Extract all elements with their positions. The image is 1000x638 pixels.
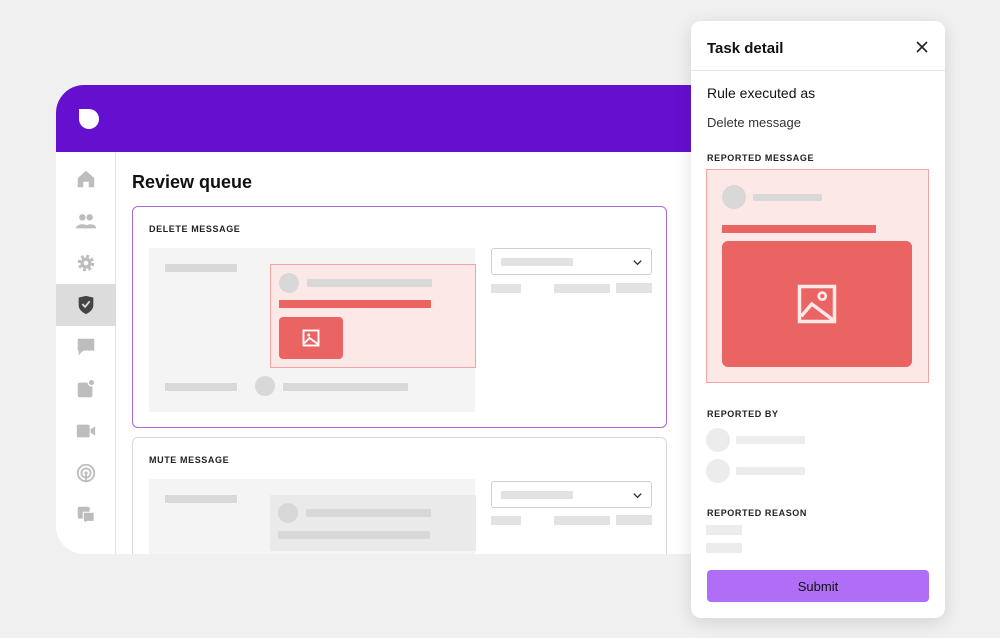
placeholder-text: [753, 194, 822, 201]
task-detail-panel: Task detail Rule executed as Delete mess…: [691, 21, 945, 618]
placeholder-text: [616, 515, 652, 525]
placeholder-text: [307, 279, 432, 287]
action-select[interactable]: [491, 248, 652, 275]
page-title: Review queue: [132, 172, 253, 192]
avatar: [278, 503, 298, 523]
review-card-mute[interactable]: MUTE MESSAGE: [132, 437, 667, 554]
placeholder-text: [278, 531, 430, 539]
reported-by-label: REPORTED BY: [707, 409, 779, 419]
chat-icon: [77, 338, 95, 356]
placeholder-text: [165, 264, 237, 272]
image-icon: [797, 284, 837, 324]
gear-icon: [77, 254, 95, 272]
shield-check-icon: [78, 295, 94, 315]
avatar: [706, 459, 730, 483]
placeholder-text: [706, 525, 742, 535]
reported-message: [706, 169, 929, 383]
review-card-delete[interactable]: DELETE MESSAGE: [132, 206, 667, 428]
card-label: DELETE MESSAGE: [149, 224, 241, 234]
avatar: [279, 273, 299, 293]
placeholder-text: [283, 383, 408, 391]
broadcast-icon: [76, 463, 96, 483]
select-value-placeholder: [501, 491, 573, 499]
placeholder-text: [616, 283, 652, 293]
main-content: Review queue DELETE MESSAGE MUTE MESSAGE: [116, 152, 696, 554]
chevron-down-icon: [633, 493, 642, 499]
app-window: Review queue DELETE MESSAGE MUTE MESSAGE: [56, 85, 696, 554]
nav-video[interactable]: [56, 410, 116, 452]
nav-settings[interactable]: [56, 242, 116, 284]
rule-value: Delete message: [707, 115, 801, 130]
image-icon: [302, 329, 320, 347]
nav-moderation[interactable]: [56, 284, 116, 326]
app-logo[interactable]: [76, 106, 102, 132]
placeholder-text: [706, 543, 742, 553]
placeholder-text: [165, 383, 237, 391]
close-icon[interactable]: [915, 40, 929, 54]
placeholder-text: [165, 495, 237, 503]
sidebar: [56, 152, 116, 554]
placeholder-text: [306, 509, 431, 517]
avatar: [255, 376, 275, 396]
users-icon: [75, 214, 97, 229]
nav-threads[interactable]: [56, 494, 116, 536]
placeholder-text: [554, 516, 610, 525]
action-select[interactable]: [491, 481, 652, 508]
message-bubble: [270, 495, 476, 551]
chevron-down-icon: [633, 260, 642, 266]
chat-bubbles-icon: [77, 506, 95, 526]
flagged-text-bar: [722, 225, 876, 233]
nav-messages[interactable]: [56, 326, 116, 368]
placeholder-text: [554, 284, 610, 293]
video-icon: [76, 424, 96, 438]
placeholder-text: [736, 467, 805, 475]
message-preview: [149, 479, 476, 554]
home-icon: [77, 170, 95, 188]
message-preview: [149, 248, 476, 412]
nav-home[interactable]: [56, 158, 116, 200]
nav-notifications[interactable]: [56, 368, 116, 410]
nav-users[interactable]: [56, 200, 116, 242]
flagged-image: [722, 241, 912, 367]
avatar: [706, 428, 730, 452]
placeholder-text: [736, 436, 805, 444]
top-bar: [56, 85, 696, 152]
panel-title: Task detail: [707, 40, 784, 57]
flagged-text-bar: [279, 300, 431, 308]
background: Review queue DELETE MESSAGE MUTE MESSAGE…: [0, 0, 1000, 638]
placeholder-text: [491, 284, 521, 293]
placeholder-text: [491, 516, 521, 525]
rule-title: Rule executed as: [707, 85, 816, 101]
card-label: MUTE MESSAGE: [149, 455, 230, 465]
flagged-image: [279, 317, 343, 359]
reported-message-label: REPORTED MESSAGE: [707, 153, 815, 163]
nav-broadcast[interactable]: [56, 452, 116, 494]
notification-icon: [77, 378, 96, 398]
submit-button[interactable]: Submit: [707, 570, 929, 602]
panel-header: Task detail: [691, 21, 945, 71]
select-value-placeholder: [501, 258, 573, 266]
avatar: [722, 185, 746, 209]
flagged-message: [270, 264, 476, 368]
reported-reason-label: REPORTED REASON: [707, 508, 808, 518]
